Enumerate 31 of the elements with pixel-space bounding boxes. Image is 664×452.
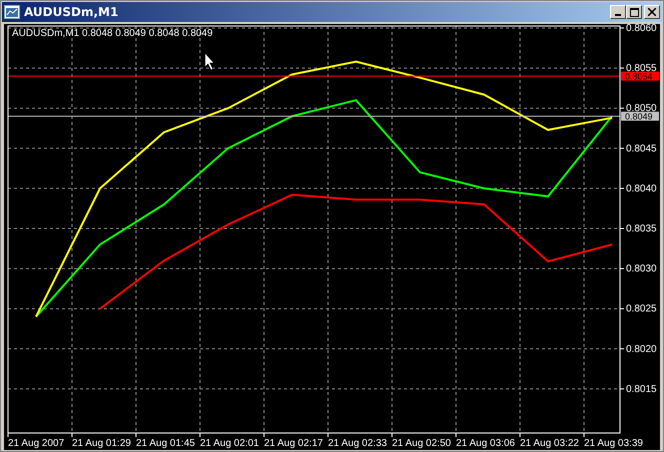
price-axis-label: 0.8020 — [626, 344, 657, 355]
minimize-button[interactable] — [610, 5, 626, 19]
price-axis-label: 0.8035 — [626, 224, 657, 234]
close-icon — [648, 8, 656, 16]
close-button[interactable] — [644, 5, 660, 19]
maximize-icon — [630, 8, 638, 16]
price-tag-label: 0.8049 — [625, 112, 653, 122]
price-axis-label: 0.8040 — [626, 183, 657, 194]
time-axis-label: 21 Aug 03:39 — [584, 438, 643, 449]
time-axis-label: 21 Aug 2007 — [8, 438, 64, 449]
chart-window-icon — [4, 5, 20, 19]
time-axis-label: 21 Aug 03:22 — [520, 438, 579, 449]
window-title: AUDUSDm,M1 — [24, 5, 120, 19]
time-axis-label: 21 Aug 02:17 — [264, 438, 323, 449]
price-axis-label: 0.8015 — [626, 384, 657, 395]
maximize-button[interactable] — [626, 5, 642, 19]
time-axis-label: 21 Aug 02:50 — [392, 438, 451, 449]
price-axis-label: 0.8045 — [626, 143, 657, 154]
time-axis-label: 21 Aug 03:06 — [456, 438, 515, 449]
price-tag-label: 0.8054 — [625, 72, 653, 82]
time-axis-label: 21 Aug 02:33 — [328, 438, 387, 449]
price-axis-label: 0.8030 — [626, 264, 657, 275]
price-axis-label: 0.8050 — [626, 103, 657, 114]
symbol-quote: AUDUSDm,M1 0.8048 0.8049 0.8048 0.8049 — [12, 28, 213, 39]
mouse-cursor-icon — [204, 52, 215, 70]
time-axis-label: 21 Aug 01:45 — [136, 438, 195, 449]
time-axis-label: 21 Aug 02:01 — [200, 438, 259, 449]
price-axis-label: 0.8060 — [626, 24, 657, 34]
price-axis-label: 0.8025 — [626, 304, 657, 315]
time-axis-label: 21 Aug 01:29 — [72, 438, 131, 449]
price-axis-label: 0.8055 — [626, 63, 657, 74]
